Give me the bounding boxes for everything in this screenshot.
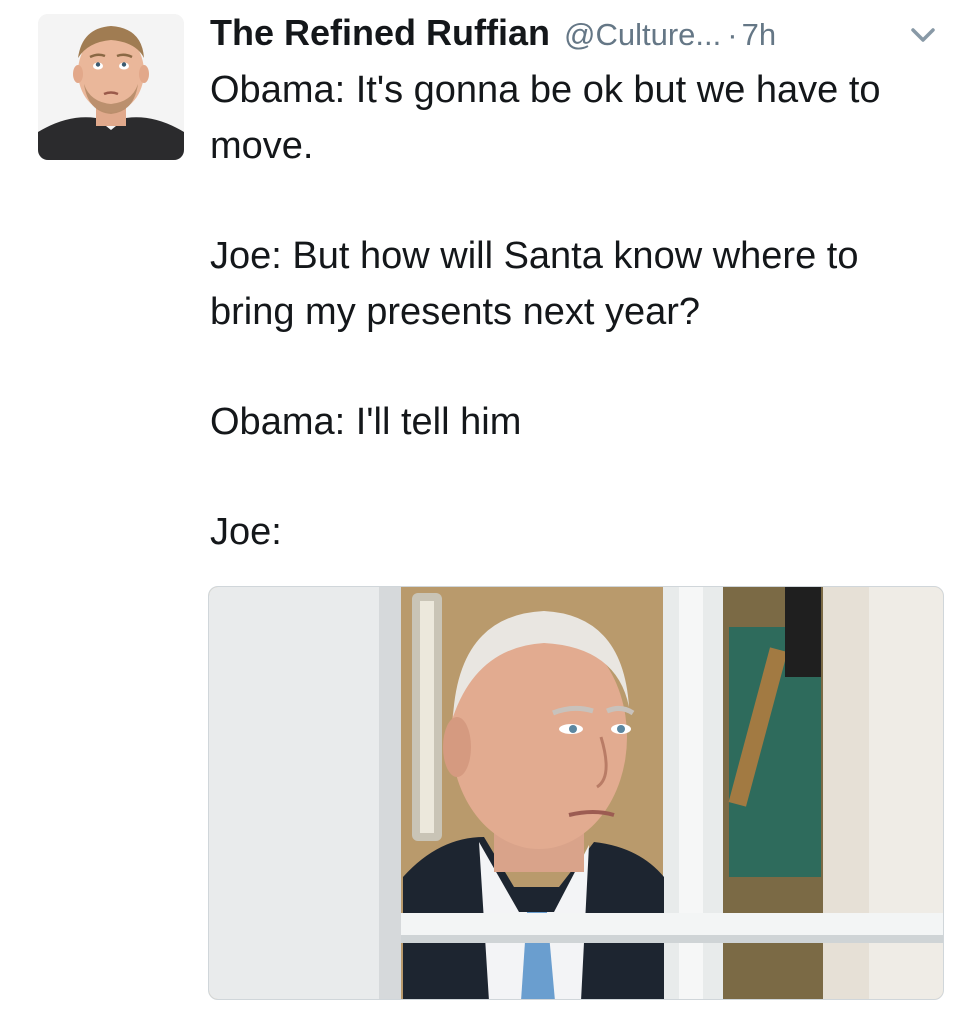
handle[interactable]: @Culture... [564,17,721,53]
tweet-line: Joe: [210,511,282,553]
chevron-down-icon [911,28,935,42]
tweet-media-photo[interactable] [208,586,944,1000]
tweet-header: The Refined Ruffian @Culture... · 7h [210,12,950,56]
separator-dot: · [727,17,738,52]
timestamp[interactable]: 7h [742,17,776,53]
tweet-menu-button[interactable] [905,22,941,50]
photo-of-man-looking-through-window-icon [209,587,943,999]
tweet-line: Joe: But how will Santa know where to br… [210,235,859,333]
tweet-line: Obama: It's gonna be ok but we have to m… [210,69,881,167]
avatar[interactable] [38,14,184,160]
tweet-text: Obama: It's gonna be ok but we have to m… [210,62,950,560]
profile-photo-icon [38,14,184,160]
display-name[interactable]: The Refined Ruffian [210,12,550,54]
tweet-line: Obama: I'll tell him [210,401,522,443]
tweet[interactable]: The Refined Ruffian @Culture... · 7h Oba… [0,0,980,1024]
